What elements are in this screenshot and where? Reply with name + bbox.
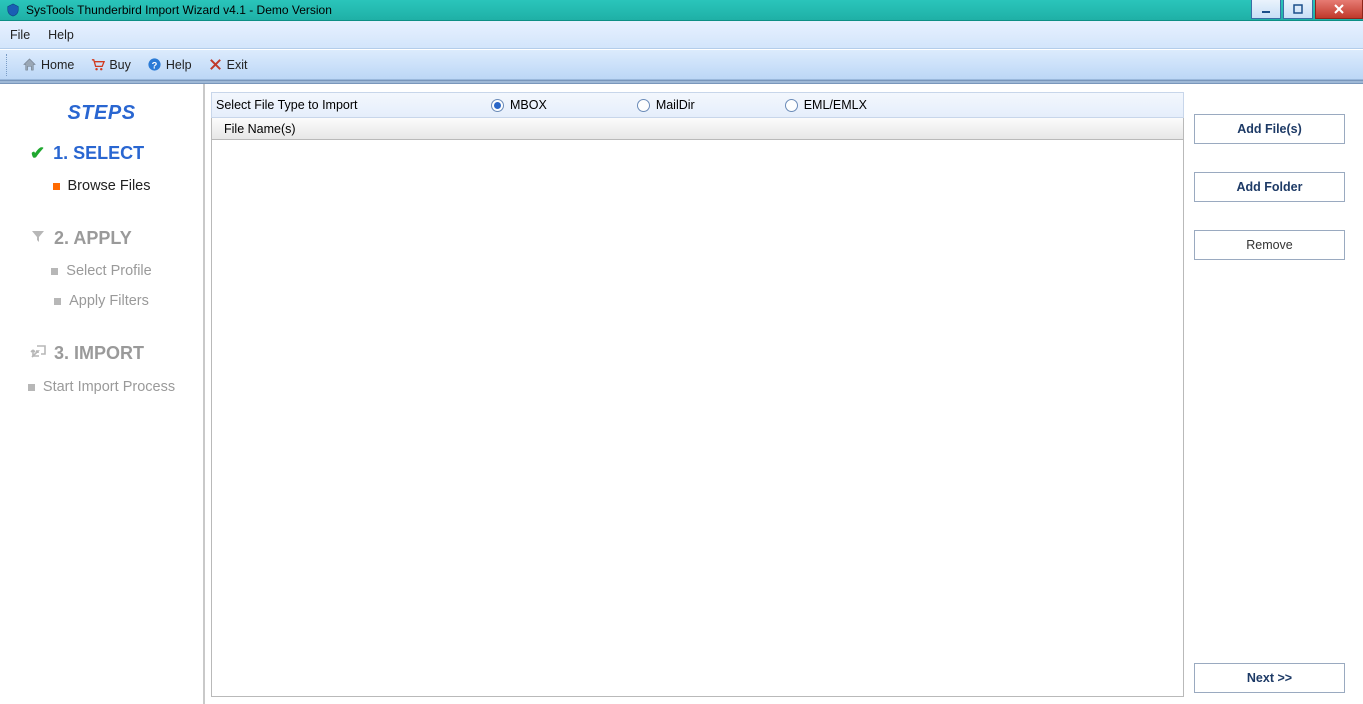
help-button[interactable]: ? Help [141,55,198,74]
close-button[interactable] [1315,0,1363,19]
add-folder-label: Add Folder [1237,180,1303,194]
window-controls [1251,0,1363,20]
next-label: Next >> [1247,671,1292,685]
center-panel: Select File Type to Import MBOX MailDir … [205,84,1188,704]
svg-text:?: ? [152,60,158,70]
filter-icon [30,228,46,249]
exit-label: Exit [227,58,248,72]
toolbar-grip [6,54,10,76]
home-label: Home [41,58,74,72]
file-list-header-label: File Name(s) [224,122,296,136]
main-area: STEPS ✔ 1. SELECT Browse Files 2. APPLY … [0,84,1363,704]
action-panel: Add File(s) Add Folder Remove Next >> [1188,84,1363,704]
substep-start-import: Start Import Process [0,378,203,397]
toolbar-container: Home Buy ? Help Exit [0,49,1363,80]
substep-select-profile-label: Select Profile [66,263,151,279]
step-select: ✔ 1. SELECT [0,143,203,164]
radio-eml[interactable]: EML/EMLX [785,98,867,112]
bullet-icon [53,183,60,190]
radio-icon [637,99,650,112]
bullet-icon [28,384,35,391]
bullet-icon [54,298,61,305]
substep-select-profile: Select Profile [0,263,203,279]
file-list[interactable] [211,140,1184,697]
substep-apply-filters-label: Apply Filters [69,293,149,309]
toolbar: Home Buy ? Help Exit [0,50,1363,80]
help-icon: ? [147,57,162,72]
export-icon [30,343,46,364]
substep-start-import-label: Start Import Process [43,378,175,397]
step-select-label: 1. SELECT [53,143,144,164]
bullet-icon [51,268,58,275]
check-icon: ✔ [30,143,45,164]
exit-icon [208,57,223,72]
step-import: 3. IMPORT [0,343,203,364]
minimize-button[interactable] [1251,0,1281,19]
file-type-radio-group: MBOX MailDir EML/EMLX [491,98,867,112]
file-type-label: Select File Type to Import [216,98,491,112]
add-files-label: Add File(s) [1237,122,1302,136]
window-title: SysTools Thunderbird Import Wizard v4.1 … [26,3,332,17]
title-bar: SysTools Thunderbird Import Wizard v4.1 … [0,0,1363,21]
file-list-header: File Name(s) [211,118,1184,140]
content-area: Select File Type to Import MBOX MailDir … [205,84,1363,704]
cart-icon [90,57,105,72]
remove-button[interactable]: Remove [1194,230,1345,260]
substep-apply-filters: Apply Filters [0,293,203,309]
radio-maildir[interactable]: MailDir [637,98,695,112]
radio-icon [785,99,798,112]
add-files-button[interactable]: Add File(s) [1194,114,1345,144]
add-folder-button[interactable]: Add Folder [1194,172,1345,202]
menu-help[interactable]: Help [48,28,74,42]
menu-bar: File Help [0,21,1363,49]
buy-button[interactable]: Buy [84,55,137,74]
exit-button[interactable]: Exit [202,55,254,74]
file-type-row: Select File Type to Import MBOX MailDir … [211,92,1184,118]
radio-mbox-label: MBOX [510,98,547,112]
radio-mbox[interactable]: MBOX [491,98,547,112]
step-apply: 2. APPLY [0,228,203,249]
radio-eml-label: EML/EMLX [804,98,867,112]
buy-label: Buy [109,58,131,72]
radio-maildir-label: MailDir [656,98,695,112]
next-button[interactable]: Next >> [1194,663,1345,693]
home-icon [22,57,37,72]
step-apply-label: 2. APPLY [54,228,132,249]
help-label: Help [166,58,192,72]
maximize-button[interactable] [1283,0,1313,19]
substep-browse-label: Browse Files [68,178,151,194]
steps-sidebar: STEPS ✔ 1. SELECT Browse Files 2. APPLY … [0,84,205,704]
steps-title: STEPS [0,102,203,125]
home-button[interactable]: Home [16,55,80,74]
substep-browse-files: Browse Files [0,178,203,194]
radio-icon [491,99,504,112]
app-icon [6,3,20,17]
remove-label: Remove [1246,238,1293,252]
step-import-label: 3. IMPORT [54,343,144,364]
menu-file[interactable]: File [10,28,30,42]
